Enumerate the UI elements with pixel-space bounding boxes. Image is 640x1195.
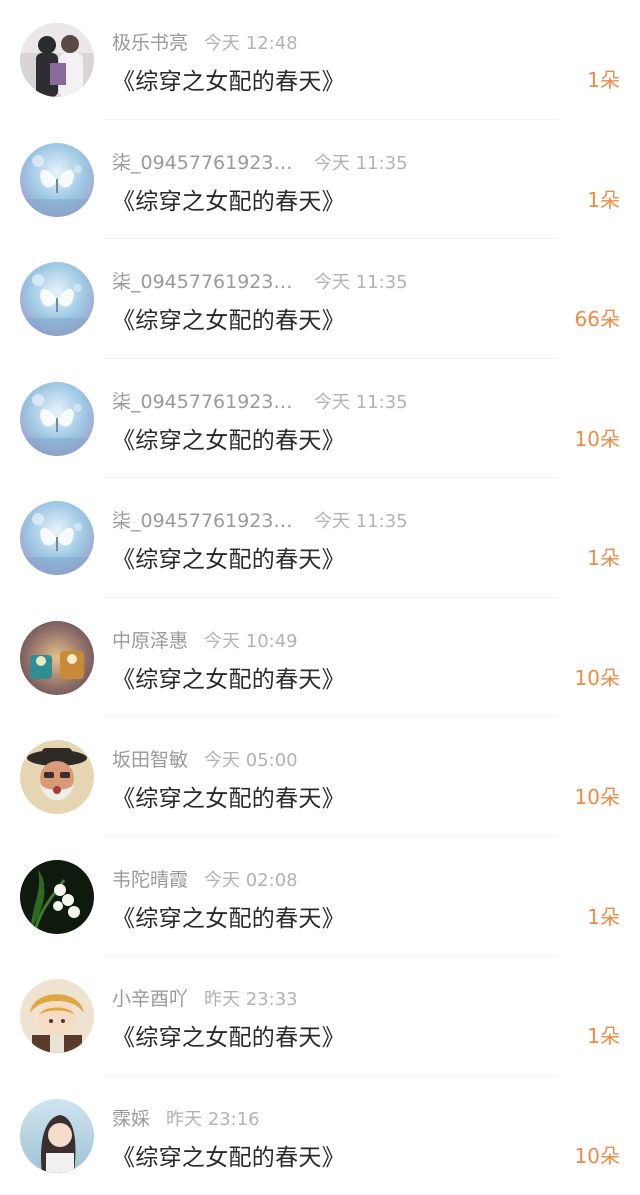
user-name[interactable]: 极乐书亮 [112, 28, 188, 55]
book-title[interactable]: 《综穿之女配的春天》 [112, 540, 345, 574]
user-name[interactable]: 韦陀晴霞 [112, 865, 188, 892]
user-name[interactable]: 中原泽惠 [112, 626, 188, 653]
avatar[interactable] [20, 1099, 94, 1173]
user-name[interactable]: 柒_094577619239... [112, 267, 298, 294]
record-meta: 坂田智敏 今天 05:00 [112, 745, 298, 773]
book-title[interactable]: 《综穿之女配的春天》 [112, 1018, 345, 1052]
user-name[interactable]: 小辛酉吖 [112, 984, 188, 1011]
avatar[interactable] [20, 262, 94, 336]
list-item[interactable]: 极乐书亮 今天 12:48 《综穿之女配的春天》 1朵 [0, 0, 640, 120]
user-name[interactable]: 坂田智敏 [112, 745, 188, 772]
flower-amount: 1朵 [587, 542, 620, 571]
flower-amount: 1朵 [587, 64, 620, 93]
avatar[interactable] [20, 23, 94, 97]
record-time: 今天 11:35 [314, 507, 408, 533]
record-meta: 柒_094577619239... 今天 11:35 [112, 387, 408, 415]
record-meta: 极乐书亮 今天 12:48 [112, 28, 298, 56]
record-time: 今天 10:49 [204, 627, 298, 653]
list-item[interactable]: 柒_094577619239... 今天 11:35 《综穿之女配的春天》 1朵 [0, 120, 640, 240]
user-name[interactable]: 霂婇 [112, 1104, 150, 1131]
record-time: 今天 11:35 [314, 388, 408, 414]
record-meta: 柒_094577619239... 今天 11:35 [112, 148, 408, 176]
flower-amount: 10朵 [575, 662, 620, 691]
book-title[interactable]: 《综穿之女配的春天》 [112, 421, 345, 455]
avatar[interactable] [20, 382, 94, 456]
list-item[interactable]: 坂田智敏 今天 05:00 《综穿之女配的春天》 10朵 [0, 717, 640, 837]
record-time: 今天 12:48 [204, 29, 298, 55]
list-item[interactable]: 霂婇 昨天 23:16 《综穿之女配的春天》 10朵 [0, 1076, 640, 1195]
avatar[interactable] [20, 143, 94, 217]
record-meta: 韦陀晴霞 今天 02:08 [112, 865, 298, 893]
list-item[interactable]: 韦陀晴霞 今天 02:08 《综穿之女配的春天》 1朵 [0, 837, 640, 957]
list-item[interactable]: 中原泽惠 今天 10:49 《综穿之女配的春天》 10朵 [0, 598, 640, 718]
gift-record-list: 极乐书亮 今天 12:48 《综穿之女配的春天》 1朵 [0, 0, 640, 1195]
record-meta: 小辛酉吖 昨天 23:33 [112, 984, 298, 1012]
record-time: 昨天 23:16 [166, 1105, 260, 1131]
avatar[interactable] [20, 501, 94, 575]
flower-amount: 10朵 [575, 781, 620, 810]
record-time: 昨天 23:33 [204, 985, 298, 1011]
avatar[interactable] [20, 621, 94, 695]
list-item[interactable]: 柒_094577619239... 今天 11:35 《综穿之女配的春天》 1朵 [0, 478, 640, 598]
list-item[interactable]: 柒_094577619239... 今天 11:35 《综穿之女配的春天》 66… [0, 239, 640, 359]
flower-amount: 1朵 [587, 184, 620, 213]
record-meta: 柒_094577619239... 今天 11:35 [112, 267, 408, 295]
flower-amount: 10朵 [575, 1140, 620, 1169]
flower-amount: 66朵 [575, 303, 620, 332]
list-item[interactable]: 柒_094577619239... 今天 11:35 《综穿之女配的春天》 10… [0, 359, 640, 479]
avatar[interactable] [20, 979, 94, 1053]
flower-amount: 1朵 [587, 901, 620, 930]
book-title[interactable]: 《综穿之女配的春天》 [112, 62, 345, 96]
list-item[interactable]: 小辛酉吖 昨天 23:33 《综穿之女配的春天》 1朵 [0, 956, 640, 1076]
record-meta: 霂婇 昨天 23:16 [112, 1104, 260, 1132]
user-name[interactable]: 柒_094577619239... [112, 387, 298, 414]
book-title[interactable]: 《综穿之女配的春天》 [112, 779, 345, 813]
user-name[interactable]: 柒_094577619239... [112, 148, 298, 175]
record-meta: 中原泽惠 今天 10:49 [112, 626, 298, 654]
book-title[interactable]: 《综穿之女配的春天》 [112, 182, 345, 216]
book-title[interactable]: 《综穿之女配的春天》 [112, 301, 345, 335]
book-title[interactable]: 《综穿之女配的春天》 [112, 899, 345, 933]
record-time: 今天 05:00 [204, 746, 298, 772]
flower-amount: 1朵 [587, 1020, 620, 1049]
flower-amount: 10朵 [575, 423, 620, 452]
record-time: 今天 11:35 [314, 149, 408, 175]
record-time: 今天 11:35 [314, 268, 408, 294]
record-meta: 柒_094577619239... 今天 11:35 [112, 506, 408, 534]
user-name[interactable]: 柒_094577619239... [112, 506, 298, 533]
avatar[interactable] [20, 860, 94, 934]
avatar[interactable] [20, 740, 94, 814]
book-title[interactable]: 《综穿之女配的春天》 [112, 1138, 345, 1172]
book-title[interactable]: 《综穿之女配的春天》 [112, 660, 345, 694]
record-time: 今天 02:08 [204, 866, 298, 892]
